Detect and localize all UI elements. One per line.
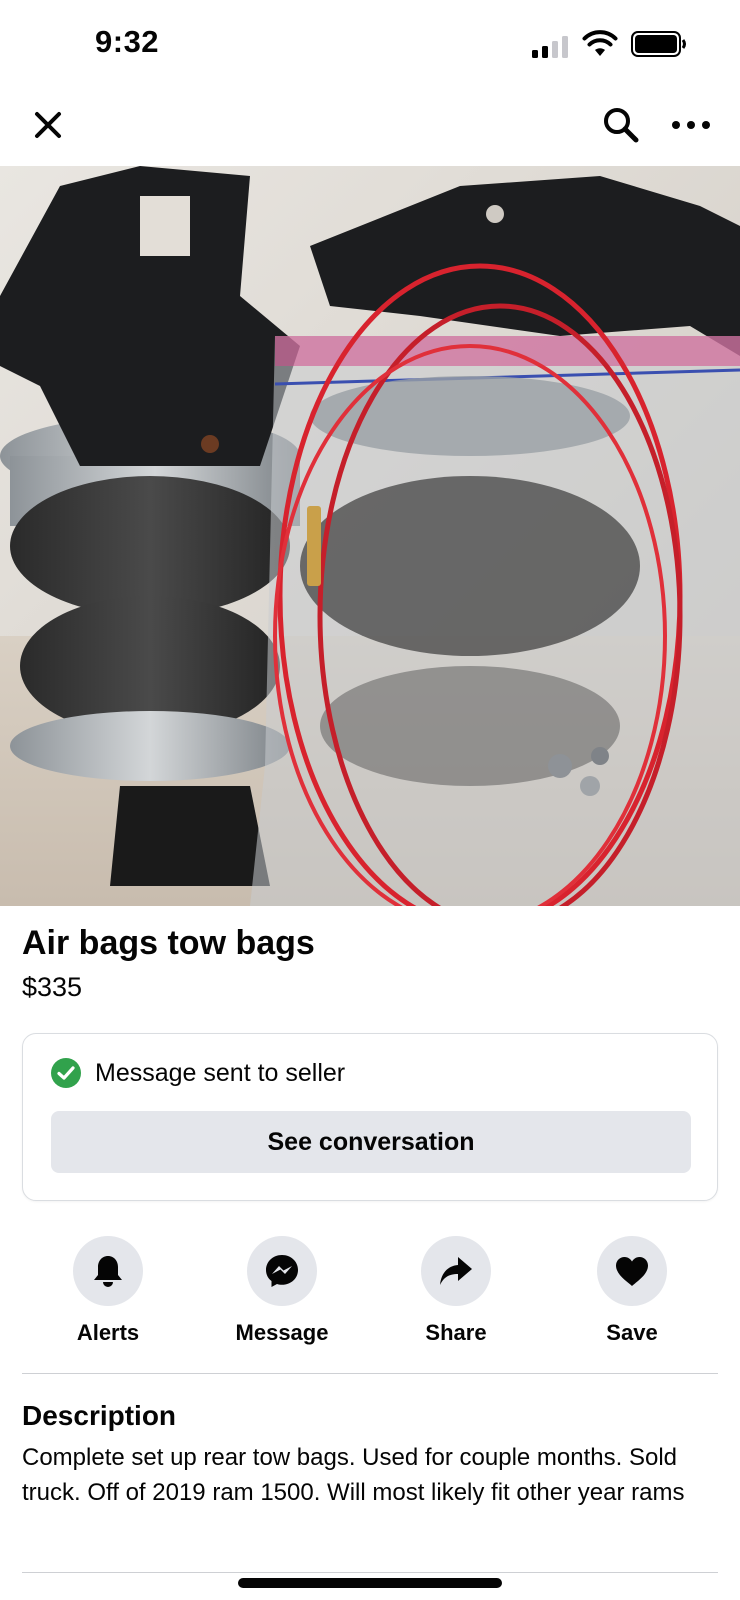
message-label: Message bbox=[235, 1320, 329, 1345]
share-arrow-icon bbox=[440, 1257, 472, 1285]
top-navigation-bar bbox=[0, 84, 740, 166]
share-button[interactable]: Share bbox=[376, 1236, 536, 1346]
message-button-circle[interactable] bbox=[247, 1236, 317, 1306]
wifi-icon bbox=[582, 30, 618, 56]
message-button[interactable]: Message bbox=[202, 1236, 362, 1346]
message-status-card: Message sent to seller See conversation bbox=[22, 1033, 718, 1201]
save-button[interactable]: Save bbox=[552, 1236, 712, 1346]
share-label: Share bbox=[425, 1320, 487, 1345]
status-time: 9:32 bbox=[95, 24, 160, 59]
description-body: Complete set up rear tow bags. Used for … bbox=[22, 1444, 685, 1506]
more-options-button[interactable] bbox=[666, 100, 716, 150]
section-divider bbox=[22, 1373, 718, 1374]
listing-title: Air bags tow bags bbox=[22, 924, 315, 962]
alerts-button-circle[interactable] bbox=[73, 1236, 143, 1306]
message-status-text: Message sent to seller bbox=[95, 1058, 346, 1087]
alerts-label: Alerts bbox=[76, 1320, 140, 1345]
description-heading: Description bbox=[22, 1400, 177, 1431]
action-bar: Alerts Message Share Save bbox=[0, 1236, 740, 1346]
listing-price: $335 bbox=[22, 972, 83, 1002]
more-options-icon bbox=[672, 121, 710, 129]
bell-icon bbox=[94, 1256, 122, 1287]
battery-icon bbox=[631, 31, 686, 57]
save-button-circle[interactable] bbox=[597, 1236, 667, 1306]
search-icon bbox=[604, 108, 639, 143]
close-button[interactable] bbox=[23, 100, 73, 150]
status-bar: 9:32 bbox=[0, 0, 740, 84]
message-status: Message sent to seller bbox=[51, 1058, 345, 1088]
search-button[interactable] bbox=[596, 100, 646, 150]
see-conversation-button[interactable]: See conversation bbox=[51, 1111, 691, 1173]
close-icon bbox=[35, 112, 61, 138]
section-divider-bottom bbox=[22, 1572, 718, 1573]
listing-photo[interactable] bbox=[0, 166, 740, 906]
air-bag-kit-image bbox=[0, 166, 740, 906]
alerts-button[interactable]: Alerts bbox=[28, 1236, 188, 1346]
save-label: Save bbox=[606, 1320, 658, 1345]
heart-icon bbox=[616, 1257, 648, 1286]
check-circle-icon bbox=[51, 1058, 81, 1088]
messenger-icon bbox=[266, 1255, 298, 1287]
home-indicator[interactable] bbox=[238, 1578, 502, 1588]
share-button-circle[interactable] bbox=[421, 1236, 491, 1306]
cellular-signal-icon bbox=[532, 36, 568, 58]
